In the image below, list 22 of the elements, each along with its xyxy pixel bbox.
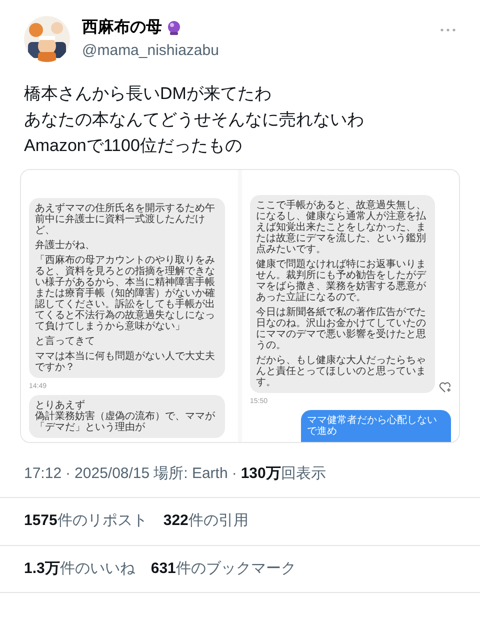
view-count: 130万回表示 [240,464,326,484]
post-location: 場所: Earth [154,464,228,484]
tweet-text: 橋本さんから長いDMが来てたわ [24,82,272,104]
crystal-ball-icon [166,20,182,36]
stat-link[interactable]: 1575件のリポスト [24,510,148,532]
received-message: あえずママの住所氏名を開示するため午前中に弁護士に資料一式渡したんだけど、 弁護士がね、 「西麻布の母アカウントのやり取りをみると、資料を見ろとの指摘を理解できない様子があるから、本当に精神障害手帳または療育手帳（知的障害）がないか確認してください。訴訟をしても手帳が出てくると不法行為の故意過失なしになって負けてしまうから意味がない」 と言ってきて ママは本当に何も問題がない人で大丈夫ですか？ [29,198,225,378]
sent-message: ママ健常者だから心配しないで進め [301,410,451,442]
heart-plus-icon[interactable] [439,382,451,392]
tweet-image[interactable] [20,168,460,442]
received-message: ここで手帳があると、故意過失無し、になるし、健康なら通常人が注意を払えば知覚出来たことをしなかった、または故意にデマを流した、という鑑別点みたいです。 健康で問題なければ特にお返事いりません。裁判所にも予め勧告をしたがデマをばら撒き、業務を妨害する悪意があった立証になるので。 今日は新聞各紙で私の著作広告がでた日なのね。沢山お金かけてしていたのにママのデマで悪い影響を受けたと思うの。 だから、もし健康な大人だったらちゃんと責任とってほしいのと思っています。 [250,194,435,392]
stat-link[interactable]: 631件のブックマーク [150,558,296,580]
stat-link[interactable]: 322件の引用 [163,510,248,532]
separator-dot: · [66,464,71,484]
received-message: とりあえず 偽計業務妨害（虚偽の流布）で、ママが「デマだ」という理由が [29,394,225,438]
tweet-text: あなたの本なんてどうせそんなに売れないわ [24,108,365,130]
post-time[interactable]: 17:12 [24,462,62,485]
separator-dot: · [232,464,237,484]
stat-link[interactable]: 1.3万件のいいね [24,558,135,580]
tweet-text: Amazonで1100位だったもの [24,134,243,156]
post-date[interactable]: 2025/08/15 [74,462,150,485]
author-handle[interactable]: @mama_nishiazabu [82,40,428,62]
author-name[interactable]: 西麻布の母 [82,16,162,40]
